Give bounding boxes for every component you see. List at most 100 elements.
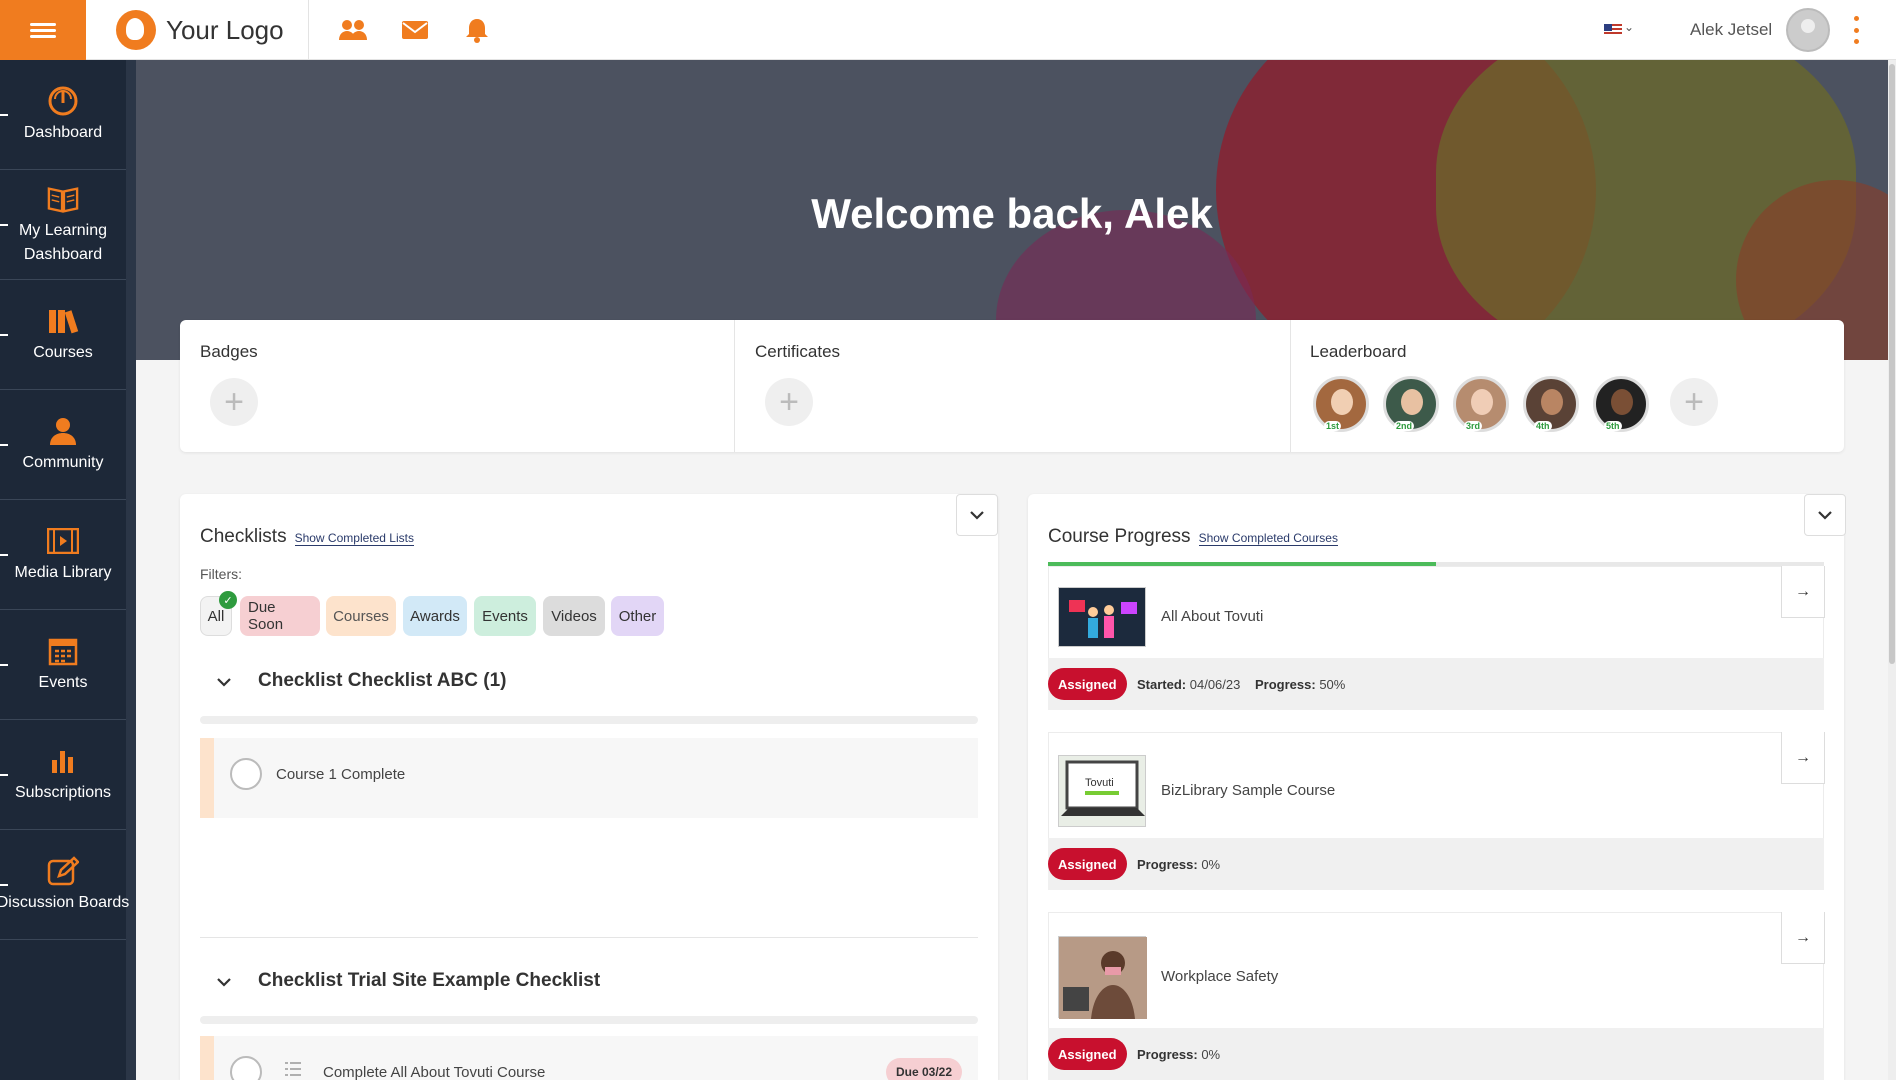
- filter-chip-events[interactable]: Events: [474, 596, 536, 636]
- arrow-right-icon: →: [1795, 748, 1811, 766]
- sidebar-item-label: My Learning Dashboard: [18, 221, 108, 263]
- avatar[interactable]: [1786, 8, 1830, 52]
- summary-card: Badges + Certificates + Leaderboard 1st …: [180, 320, 1844, 452]
- sidebar-item-label: Community: [22, 453, 104, 471]
- filter-chip-other[interactable]: Other: [611, 596, 664, 636]
- status-badge: Assigned: [1048, 848, 1127, 880]
- top-bar: Your Logo ⌄ Alek Jetsel: [0, 0, 1896, 60]
- leaderboard-avatar[interactable]: 4th: [1523, 376, 1579, 432]
- checkbox-circle[interactable]: [230, 1056, 262, 1080]
- sidebar-edge: [126, 60, 136, 1080]
- status-badge: Assigned: [1048, 1038, 1127, 1070]
- filter-chip-courses[interactable]: Courses: [326, 596, 396, 636]
- divider: [200, 937, 978, 938]
- checklist-item[interactable]: Complete All About Tovuti Course Due 03/…: [200, 1036, 978, 1080]
- progress-value: 50%: [1319, 677, 1346, 692]
- open-course-button[interactable]: →: [1781, 566, 1825, 618]
- page-title: Welcome back, Alek: [811, 190, 1213, 237]
- filter-chip-videos[interactable]: Videos: [543, 596, 605, 636]
- sidebar-item-subscriptions[interactable]: Subscriptions: [0, 720, 126, 830]
- started-date: 04/06/23: [1189, 677, 1241, 692]
- course-name[interactable]: Workplace Safety: [1161, 968, 1278, 985]
- plus-icon: +: [224, 383, 244, 421]
- sidebar-item-media-library[interactable]: Media Library: [0, 500, 126, 610]
- chevron-down-icon[interactable]: [215, 973, 233, 991]
- check-icon: ✓: [219, 591, 237, 609]
- sidebar-item-courses[interactable]: Courses: [0, 280, 126, 390]
- course-meta: Assigned Started: 04/06/23 Progress: 50%: [1048, 658, 1824, 710]
- open-book-icon: [47, 183, 79, 215]
- course-meta: Assigned Progress: 0%: [1048, 838, 1824, 890]
- leaderboard-avatar[interactable]: 1st: [1313, 376, 1369, 432]
- add-certificate-button[interactable]: +: [765, 378, 813, 426]
- more-menu-icon[interactable]: [1852, 16, 1860, 44]
- course-progress-title: Course Progress: [1048, 526, 1191, 547]
- add-badge-button[interactable]: +: [210, 378, 258, 426]
- users-icon[interactable]: [337, 14, 369, 46]
- checklist-group-title[interactable]: Checklist Trial Site Example Checklist: [258, 970, 600, 992]
- us-flag-icon[interactable]: [1604, 24, 1622, 36]
- menu-toggle-button[interactable]: [0, 0, 86, 60]
- filters-label: Filters:: [200, 566, 242, 582]
- add-leaderboard-button[interactable]: +: [1670, 378, 1718, 426]
- chevron-down-icon[interactable]: [215, 673, 233, 691]
- checklist-item-label: Course 1 Complete: [276, 766, 406, 783]
- collapse-course-progress-button[interactable]: [1804, 494, 1846, 536]
- sidebar-item-dashboard[interactable]: Dashboard: [0, 60, 126, 170]
- plus-icon: +: [1684, 383, 1704, 421]
- leaderboard-avatar[interactable]: 3rd: [1453, 376, 1509, 432]
- arrow-right-icon: →: [1795, 928, 1811, 946]
- list-icon: [284, 1060, 302, 1078]
- arrow-right-icon: →: [1795, 582, 1811, 600]
- checklist-item[interactable]: Course 1 Complete: [200, 738, 978, 818]
- sidebar-item-label: Events: [38, 673, 88, 691]
- sidebar-item-my-learning-dashboard[interactable]: My Learning Dashboard: [0, 170, 126, 280]
- mail-icon[interactable]: [399, 14, 431, 46]
- filter-chip-awards[interactable]: Awards: [403, 596, 467, 636]
- bell-icon[interactable]: [461, 14, 493, 46]
- leaderboard-avatar[interactable]: 5th: [1593, 376, 1649, 432]
- checklists-title: Checklists: [200, 526, 287, 547]
- course-progress-header: Course Progress Show Completed Courses: [1048, 526, 1338, 548]
- sidebar-item-events[interactable]: Events: [0, 610, 126, 720]
- page-scrollbar[interactable]: [1888, 60, 1896, 1080]
- open-course-button[interactable]: →: [1781, 732, 1825, 784]
- course-name[interactable]: BizLibrary Sample Course: [1161, 782, 1335, 799]
- logo-text: Your Logo: [166, 14, 284, 45]
- checklist-group-title[interactable]: Checklist Checklist ABC (1): [258, 670, 506, 692]
- person-icon: [47, 415, 79, 447]
- checkbox-circle[interactable]: [230, 758, 262, 790]
- sidebar-item-discussion-boards[interactable]: Discussion Boards: [0, 830, 130, 940]
- course-name[interactable]: All About Tovuti: [1161, 608, 1263, 625]
- sidebar-item-label: Media Library: [14, 563, 112, 581]
- sidebar-item-label: Subscriptions: [14, 783, 112, 801]
- edit-board-icon: [47, 855, 79, 887]
- chevron-down-icon: [970, 511, 984, 520]
- logo[interactable]: Your Logo: [116, 8, 284, 52]
- open-course-button[interactable]: →: [1781, 912, 1825, 964]
- leaderboard-title: Leaderboard: [1310, 342, 1407, 361]
- chevron-down-icon[interactable]: ⌄: [1624, 20, 1634, 34]
- progress-value: 0%: [1201, 857, 1221, 872]
- leaderboard-avatar[interactable]: 2nd: [1383, 376, 1439, 432]
- sidebar-item-label: Courses: [33, 343, 93, 361]
- show-completed-lists-link[interactable]: Show Completed Lists: [294, 531, 414, 546]
- checklist-progress-bar: [200, 716, 978, 724]
- checklist-progress-bar: [200, 1016, 978, 1024]
- collapse-checklists-button[interactable]: [956, 494, 998, 536]
- chevron-down-icon: [1818, 511, 1832, 520]
- badges-title: Badges: [200, 342, 258, 361]
- user-name[interactable]: Alek Jetsel: [1690, 20, 1772, 40]
- course-meta: Assigned Progress: 0%: [1048, 1028, 1824, 1080]
- logo-icon: [116, 10, 156, 50]
- svg-text:Tovuti: Tovuti: [1085, 777, 1114, 789]
- sidebar-item-community[interactable]: Community: [0, 390, 126, 500]
- filter-chip-due-soon[interactable]: Due Soon: [240, 596, 320, 636]
- course-thumbnail: [1058, 587, 1146, 647]
- sidebar-item-label: Discussion Boards: [0, 893, 130, 911]
- dashboard-gauge-icon: [47, 85, 79, 117]
- status-badge: Assigned: [1048, 668, 1127, 700]
- show-completed-courses-link[interactable]: Show Completed Courses: [1198, 531, 1338, 546]
- checklist-item-label: Complete All About Tovuti Course: [323, 1064, 546, 1080]
- due-badge: Due 03/22: [886, 1058, 963, 1080]
